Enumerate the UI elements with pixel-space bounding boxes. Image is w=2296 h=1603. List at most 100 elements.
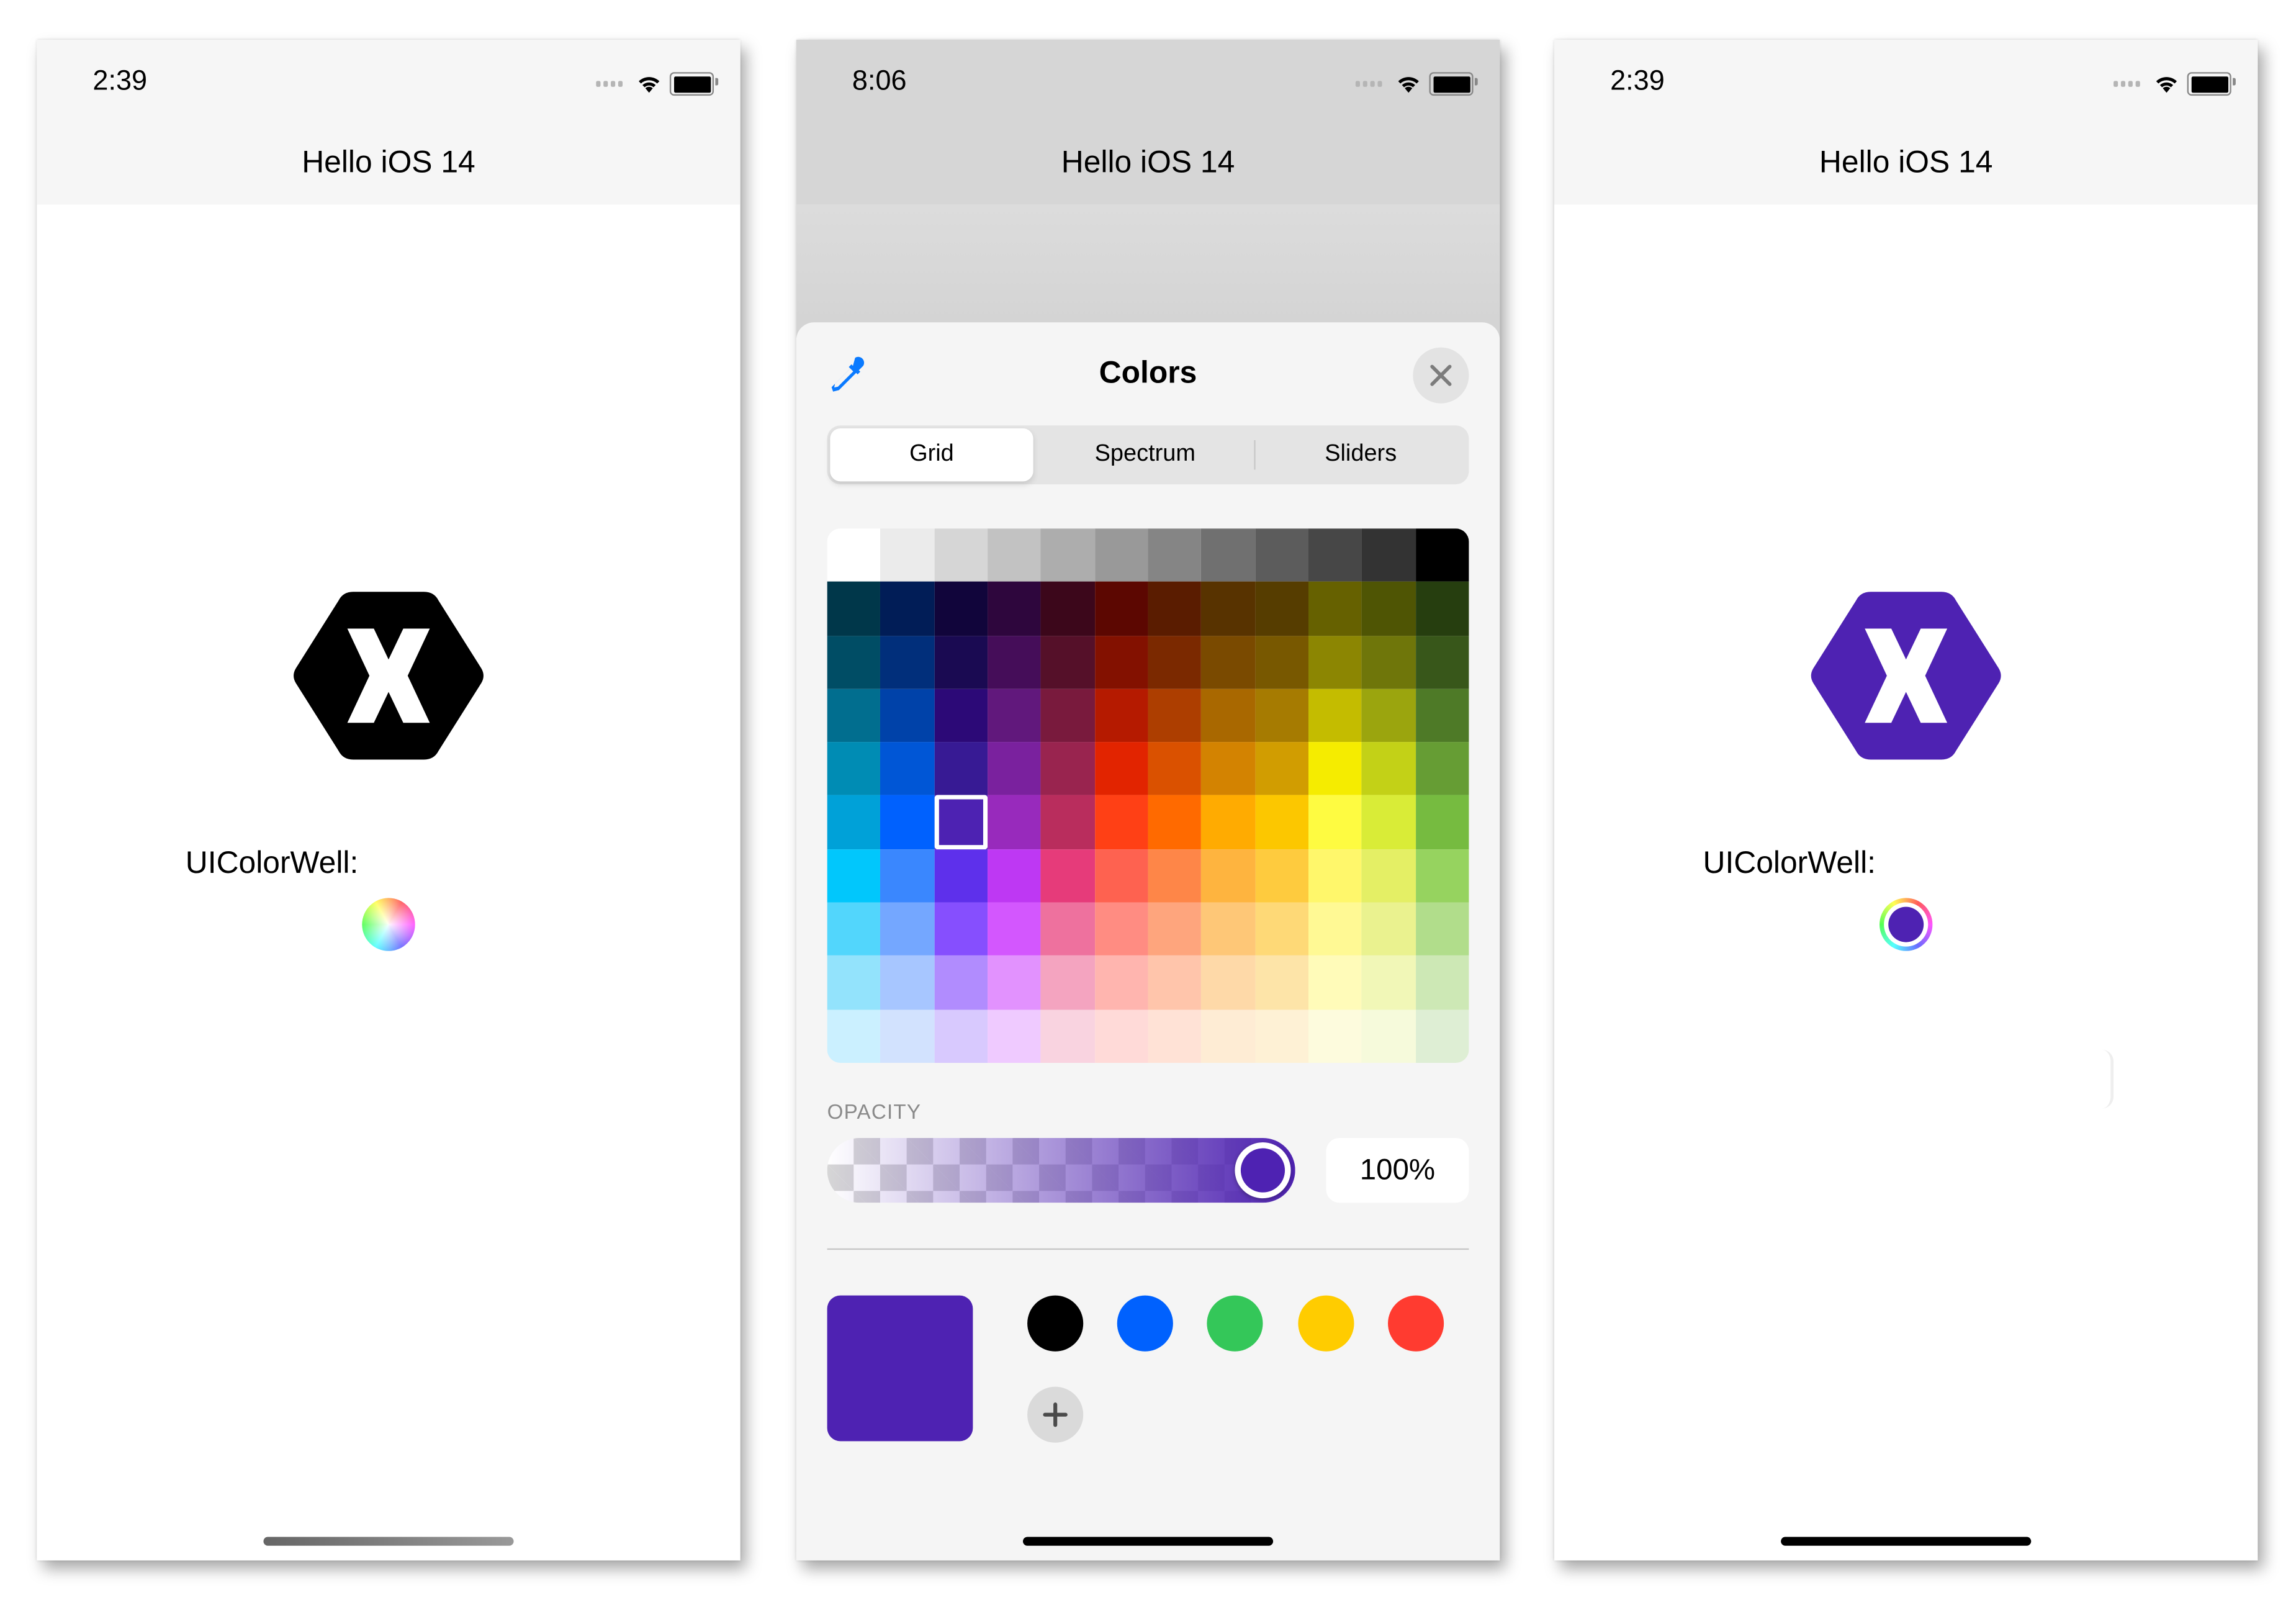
- color-grid-cell[interactable]: [934, 955, 988, 1009]
- color-grid-cell[interactable]: [1201, 955, 1255, 1009]
- color-grid-cell[interactable]: [1201, 635, 1255, 689]
- color-grid-cell[interactable]: [1415, 955, 1469, 1009]
- favorite-color-swatch[interactable]: [1207, 1295, 1264, 1352]
- color-grid-cell[interactable]: [1254, 902, 1308, 956]
- color-grid-cell[interactable]: [880, 902, 934, 956]
- color-grid-cell[interactable]: [880, 1009, 934, 1063]
- color-grid-cell[interactable]: [880, 528, 934, 582]
- color-grid-cell[interactable]: [1254, 582, 1308, 636]
- opacity-slider[interactable]: [827, 1137, 1295, 1203]
- color-grid-cell[interactable]: [827, 955, 881, 1009]
- color-grid-cell[interactable]: [1201, 528, 1255, 582]
- color-grid-cell[interactable]: [827, 902, 881, 956]
- color-well-button[interactable]: [362, 898, 415, 951]
- color-grid-cell[interactable]: [1041, 902, 1095, 956]
- color-grid-cell[interactable]: [1254, 849, 1308, 903]
- color-grid-cell[interactable]: [988, 742, 1042, 796]
- favorite-color-swatch[interactable]: [1297, 1295, 1354, 1352]
- color-grid-cell[interactable]: [1362, 635, 1416, 689]
- color-grid-cell[interactable]: [934, 582, 988, 636]
- color-grid-cell[interactable]: [880, 582, 934, 636]
- color-grid-cell[interactable]: [1415, 849, 1469, 903]
- color-grid-cell[interactable]: [827, 689, 881, 743]
- color-grid-cell[interactable]: [1041, 742, 1095, 796]
- color-grid-cell[interactable]: [880, 849, 934, 903]
- color-grid-cell[interactable]: [827, 528, 881, 582]
- color-grid-cell[interactable]: [1308, 689, 1362, 743]
- color-grid-cell[interactable]: [1201, 849, 1255, 903]
- color-grid-cell[interactable]: [1041, 849, 1095, 903]
- color-grid-cell[interactable]: [988, 795, 1042, 849]
- color-grid-cell[interactable]: [1362, 795, 1416, 849]
- color-grid-cell[interactable]: [1308, 582, 1362, 636]
- color-grid-cell[interactable]: [1415, 795, 1469, 849]
- color-grid-cell[interactable]: [1094, 582, 1148, 636]
- color-grid-cell[interactable]: [1254, 955, 1308, 1009]
- color-grid-cell[interactable]: [1148, 689, 1202, 743]
- color-grid-cell[interactable]: [1041, 689, 1095, 743]
- color-grid-cell[interactable]: [1201, 582, 1255, 636]
- color-grid-cell[interactable]: [1148, 635, 1202, 689]
- color-grid-cell[interactable]: [827, 582, 881, 636]
- color-grid-cell[interactable]: [1201, 902, 1255, 956]
- color-grid-cell[interactable]: [988, 528, 1042, 582]
- color-grid-cell[interactable]: [1308, 1009, 1362, 1063]
- color-grid-cell[interactable]: [1362, 955, 1416, 1009]
- color-grid-cell[interactable]: [1308, 902, 1362, 956]
- add-favorite-button[interactable]: [1027, 1386, 1084, 1443]
- color-grid-cell[interactable]: [988, 689, 1042, 743]
- color-grid-cell[interactable]: [1148, 742, 1202, 796]
- color-grid-cell[interactable]: [1041, 528, 1095, 582]
- color-grid-cell[interactable]: [1201, 1009, 1255, 1063]
- home-indicator[interactable]: [1781, 1537, 2032, 1546]
- color-grid-cell[interactable]: [934, 849, 988, 903]
- color-grid-cell[interactable]: [1362, 582, 1416, 636]
- color-grid-cell[interactable]: [1148, 1009, 1202, 1063]
- color-grid-cell[interactable]: [1415, 902, 1469, 956]
- color-grid-cell[interactable]: [1254, 528, 1308, 582]
- opacity-slider-thumb[interactable]: [1235, 1142, 1291, 1199]
- opacity-value-field[interactable]: 100%: [1326, 1137, 1469, 1203]
- color-grid-cell[interactable]: [1201, 795, 1255, 849]
- color-grid-cell[interactable]: [934, 795, 988, 850]
- color-grid-cell[interactable]: [934, 689, 988, 743]
- color-grid-cell[interactable]: [1094, 742, 1148, 796]
- color-grid-cell[interactable]: [1254, 1009, 1308, 1063]
- color-grid-cell[interactable]: [1094, 635, 1148, 689]
- color-grid-cell[interactable]: [1201, 689, 1255, 743]
- color-grid-cell[interactable]: [1094, 1009, 1148, 1063]
- color-grid-cell[interactable]: [1308, 955, 1362, 1009]
- color-grid-cell[interactable]: [988, 955, 1042, 1009]
- color-grid-cell[interactable]: [1254, 635, 1308, 689]
- color-grid-cell[interactable]: [1041, 582, 1095, 636]
- color-grid-cell[interactable]: [827, 635, 881, 689]
- color-grid-cell[interactable]: [934, 902, 988, 956]
- color-grid-cell[interactable]: [1415, 635, 1469, 689]
- home-indicator[interactable]: [263, 1537, 514, 1546]
- color-grid-cell[interactable]: [1201, 742, 1255, 796]
- color-grid-cell[interactable]: [1362, 742, 1416, 796]
- color-grid-cell[interactable]: [1254, 795, 1308, 849]
- color-grid-cell[interactable]: [1041, 635, 1095, 689]
- color-grid-cell[interactable]: [1362, 528, 1416, 582]
- color-grid-cell[interactable]: [934, 742, 988, 796]
- color-grid-cell[interactable]: [1308, 742, 1362, 796]
- color-grid-cell[interactable]: [1094, 955, 1148, 1009]
- color-grid-cell[interactable]: [1094, 795, 1148, 849]
- tab-spectrum[interactable]: Spectrum: [1036, 428, 1254, 481]
- favorite-color-swatch[interactable]: [1027, 1295, 1084, 1352]
- color-grid-cell[interactable]: [827, 849, 881, 903]
- color-grid-cell[interactable]: [1308, 528, 1362, 582]
- tab-grid[interactable]: Grid: [830, 428, 1033, 482]
- tab-sliders[interactable]: Sliders: [1256, 428, 1466, 481]
- color-grid-cell[interactable]: [1415, 582, 1469, 636]
- favorite-color-swatch[interactable]: [1387, 1295, 1444, 1352]
- color-grid-cell[interactable]: [1362, 902, 1416, 956]
- color-grid-cell[interactable]: [1362, 689, 1416, 743]
- color-grid-cell[interactable]: [988, 849, 1042, 903]
- color-grid-cell[interactable]: [1254, 689, 1308, 743]
- color-grid-cell[interactable]: [1415, 689, 1469, 743]
- close-button[interactable]: [1413, 347, 1469, 404]
- color-grid-cell[interactable]: [1041, 795, 1095, 849]
- color-grid-cell[interactable]: [880, 635, 934, 689]
